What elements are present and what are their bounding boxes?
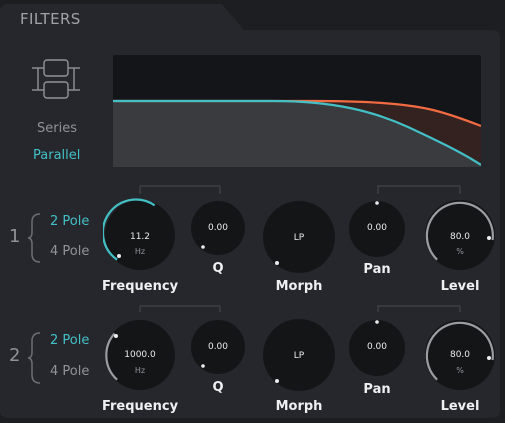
filter-2-pan-value: 0.00 xyxy=(366,342,388,352)
filter-1-q-label: Q xyxy=(212,261,224,276)
filters-panel: FILTERS Series Parallel 1 2 Pole 4 Pole xyxy=(0,0,505,423)
filter-2-frequency-label: Frequency xyxy=(101,399,179,414)
filter-1-pan-value: 0.00 xyxy=(366,223,388,233)
filter-2-pan-label: Pan xyxy=(363,382,391,397)
filter-1-frequency-value: 11.2 xyxy=(129,232,151,242)
filter-2-q-label: Q xyxy=(212,380,224,395)
filter-2-morph-label: Morph xyxy=(275,399,323,414)
filter-1-pan-label: Pan xyxy=(363,262,391,277)
filter-2-level-label: Level xyxy=(440,399,480,414)
filter-1-frequency-label: Frequency xyxy=(101,279,179,294)
filter-1-q-value: 0.00 xyxy=(207,223,229,233)
filter-2-level-value: 80.0 xyxy=(449,350,471,360)
filter-1-level-value: 80.0 xyxy=(449,232,471,242)
filter-2-4-pole[interactable]: 4 Pole xyxy=(50,364,89,379)
filter-2-number: 2 xyxy=(9,345,21,366)
filter-2-level-unit: % xyxy=(456,366,464,375)
filter-1-level-label: Level xyxy=(440,279,480,294)
filter-2-morph-value: LP xyxy=(293,351,305,361)
filter-1-morph-label: Morph xyxy=(275,279,323,294)
filter-2-2-pole[interactable]: 2 Pole xyxy=(50,333,89,348)
filter-1-morph-value: LP xyxy=(293,233,305,243)
filter-2-frequency-unit: Hz xyxy=(134,366,146,375)
filter-1-level-unit: % xyxy=(456,247,464,256)
filter-1-frequency-unit: Hz xyxy=(134,247,146,256)
filter-2-pole-bracket xyxy=(27,332,41,384)
filter-2-frequency-value: 1000.0 xyxy=(124,350,156,360)
filter-2-q-value: 0.00 xyxy=(207,342,229,352)
